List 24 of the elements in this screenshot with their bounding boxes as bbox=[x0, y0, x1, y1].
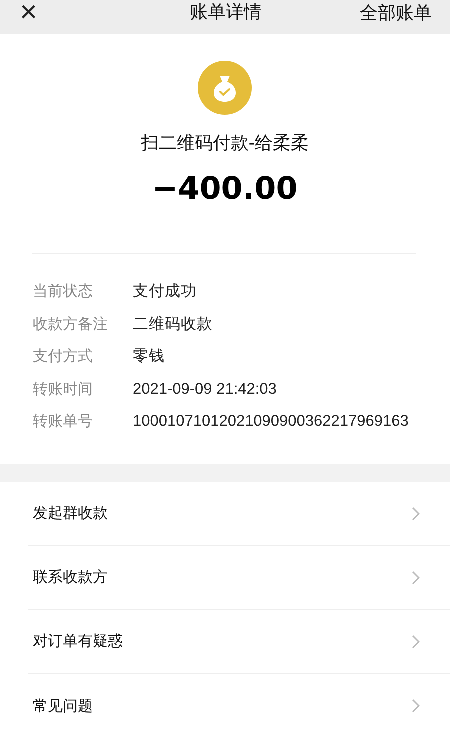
close-button[interactable]: × bbox=[20, 0, 110, 28]
all-bills-link[interactable]: 全部账单 bbox=[342, 1, 432, 25]
chevron-right-icon bbox=[412, 506, 420, 520]
chevron-right-icon bbox=[412, 699, 420, 713]
detail-label: 转账单号 bbox=[33, 411, 94, 432]
detail-value: 二维码收款 bbox=[133, 314, 214, 334]
detail-label: 当前状态 bbox=[33, 281, 94, 302]
detail-value: 10001071012021090900362217969163 bbox=[133, 412, 410, 432]
menu-item[interactable]: 联系收款方 bbox=[28, 546, 450, 610]
page-title: 账单详情 bbox=[190, 1, 262, 25]
chevron-right-icon bbox=[412, 570, 420, 584]
menu-item[interactable]: 对订单有疑惑 bbox=[28, 610, 450, 674]
detail-value: 零钱 bbox=[133, 347, 166, 367]
amount: −400.00 bbox=[152, 170, 298, 209]
chevron-right-icon bbox=[412, 634, 420, 648]
detail-label: 支付方式 bbox=[33, 346, 94, 367]
payment-description: 扫二维码付款-给柔柔 bbox=[140, 132, 310, 156]
menu-item[interactable]: 常见问题 bbox=[28, 674, 450, 730]
money-bag-icon bbox=[198, 61, 252, 115]
detail-label: 收款方备注 bbox=[33, 314, 109, 334]
menu-item[interactable]: 发起群收款 bbox=[28, 482, 450, 546]
detail-label: 转账时间 bbox=[33, 378, 94, 400]
detail-value: 支付成功 bbox=[133, 282, 198, 302]
detail-value: 2021-09-09 21:42:03 bbox=[133, 380, 278, 400]
